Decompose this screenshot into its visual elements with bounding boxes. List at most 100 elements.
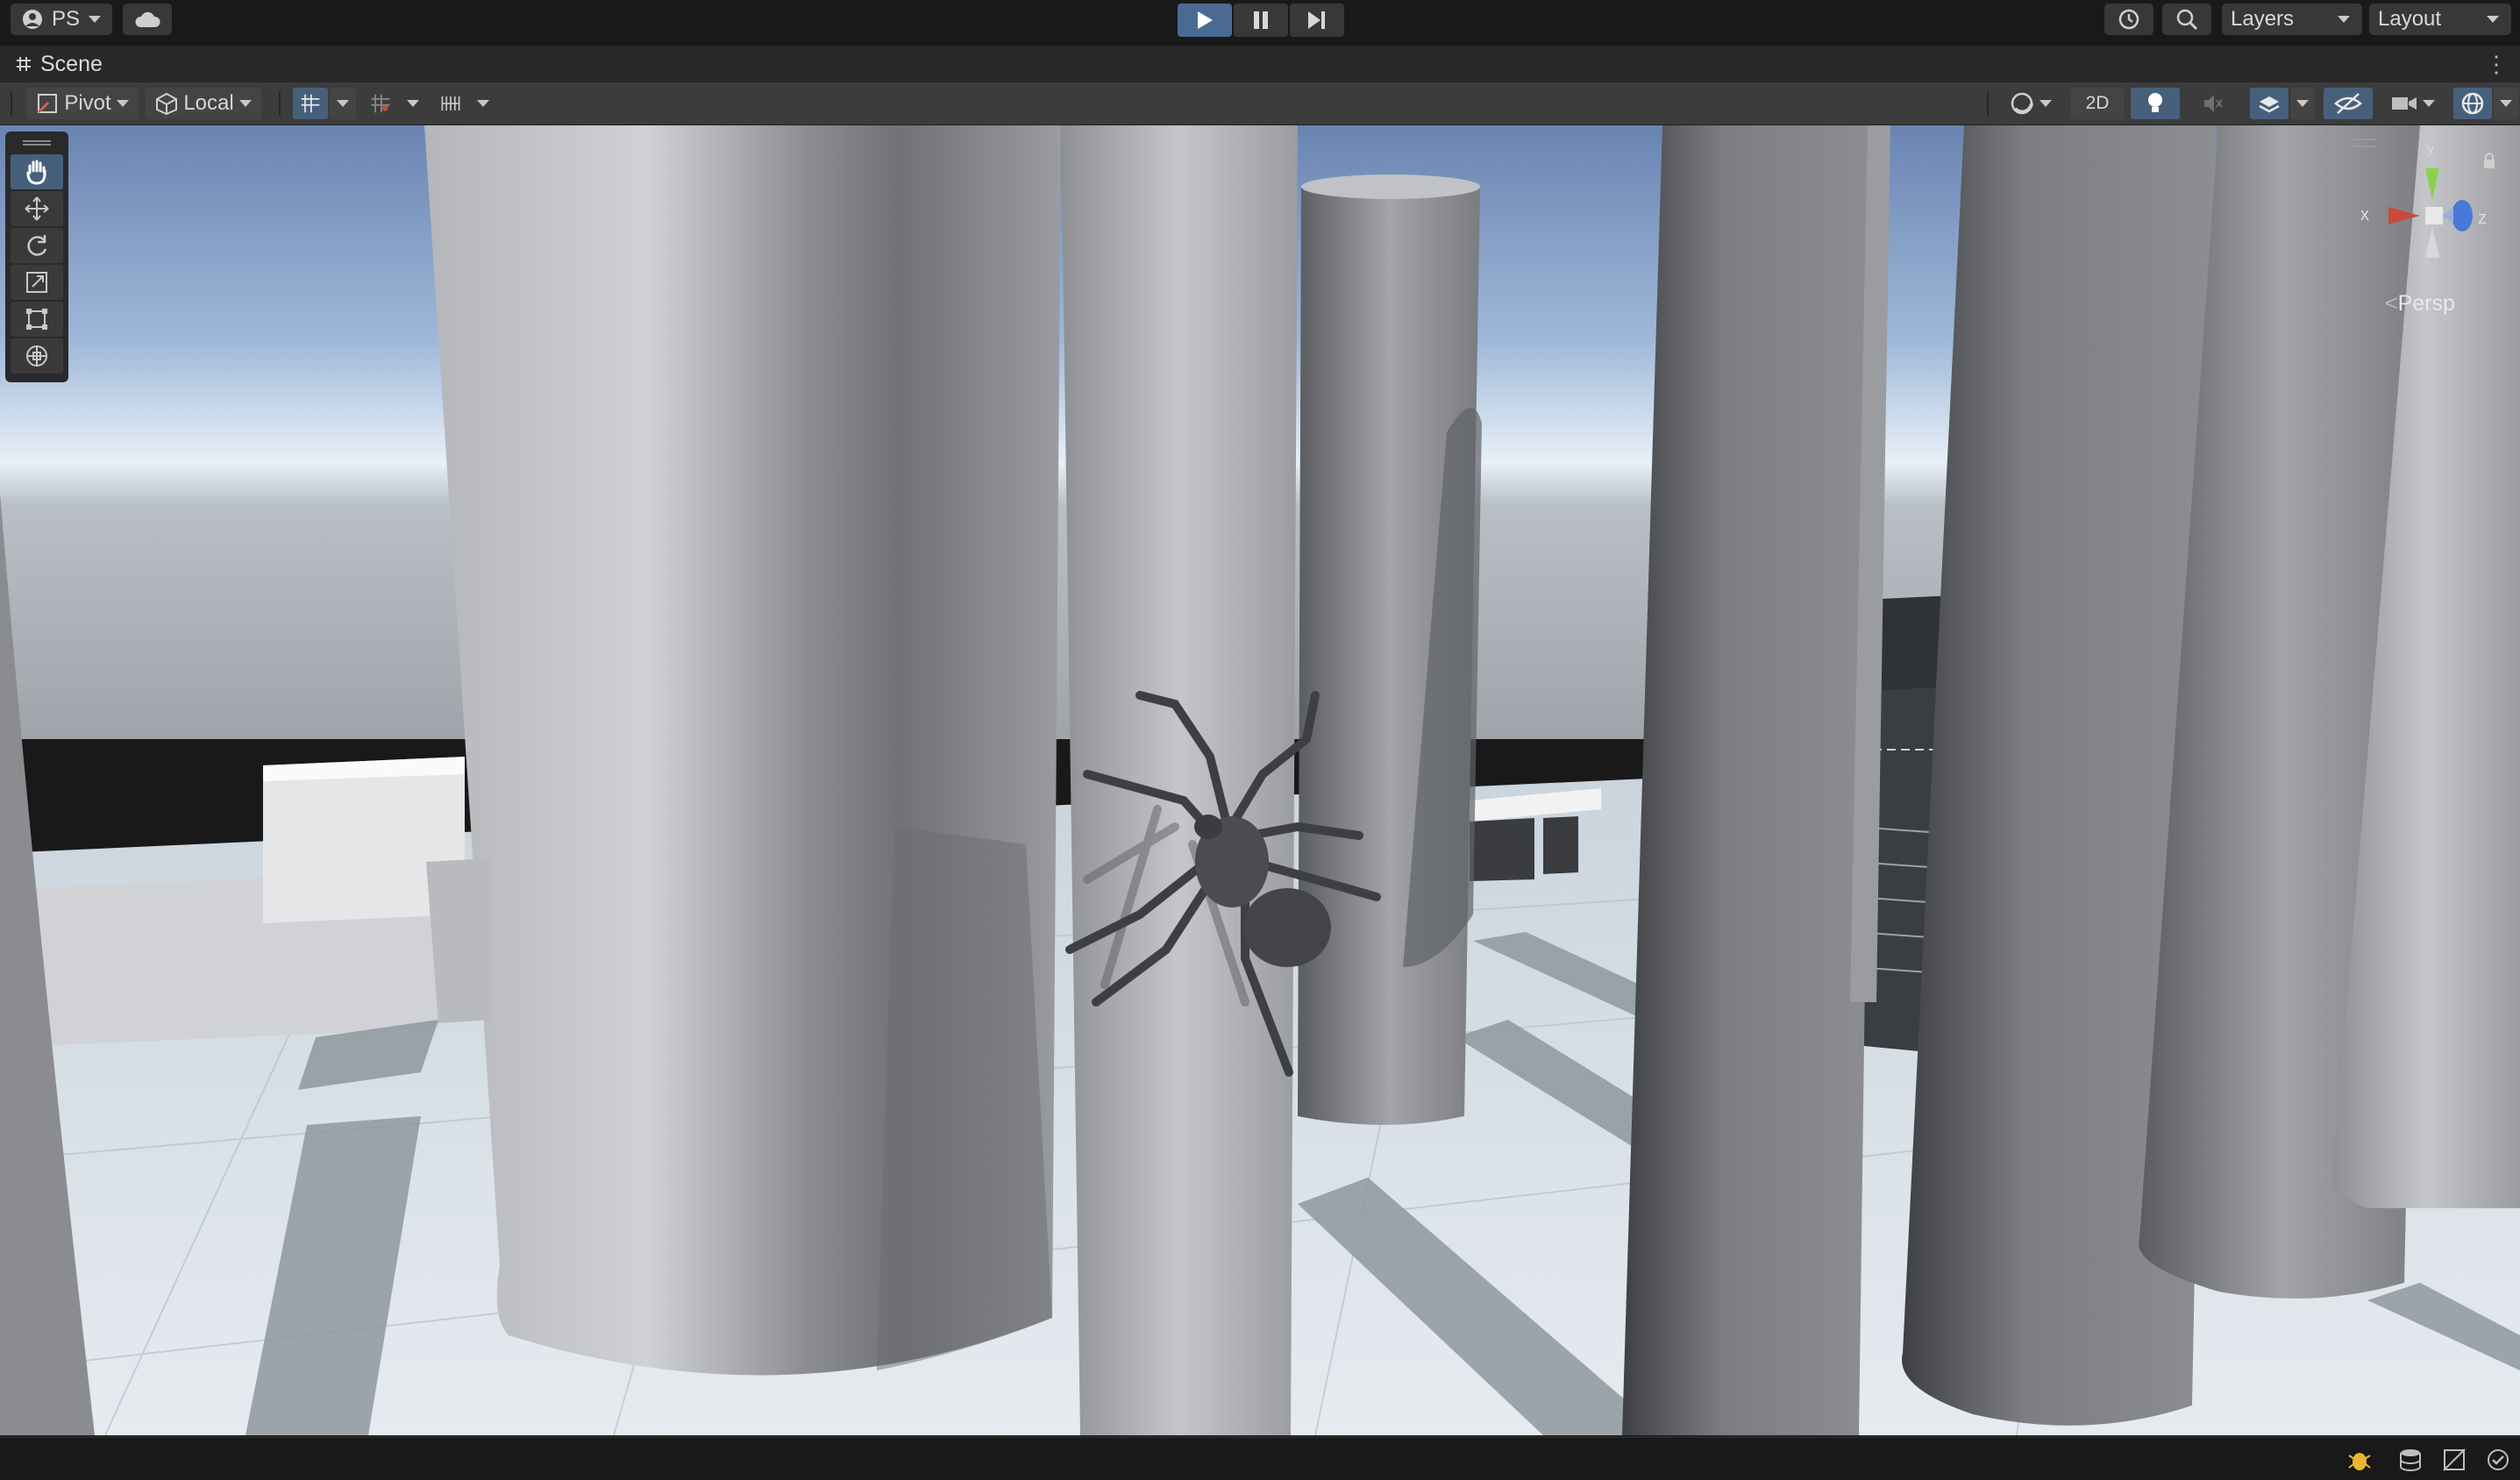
overlay-grip[interactable] (23, 140, 51, 146)
hand-tool[interactable] (11, 154, 63, 189)
grid-visibility-toggle[interactable] (433, 88, 468, 119)
lightbulb-icon (2148, 93, 2162, 112)
axis-y-label: y (2427, 142, 2434, 157)
cache-server-icon[interactable] (2397, 1447, 2424, 1473)
gizmo-globe-icon (2461, 92, 2484, 115)
grid-snap-toggle[interactable] (293, 88, 328, 119)
grid-visibility-dropdown[interactable] (470, 88, 496, 119)
rect-tool[interactable] (11, 302, 63, 337)
rotate-tool[interactable] (11, 228, 63, 263)
2d-toggle[interactable]: 2D (2071, 88, 2124, 119)
chevron-down-icon (477, 100, 489, 107)
ruler-grid-icon (441, 96, 460, 110)
effects-layers-icon (2259, 96, 2280, 113)
move-icon (25, 196, 49, 221)
chevron-down-icon (116, 100, 129, 107)
effects-dropdown[interactable] (2290, 88, 2315, 119)
camera-icon (2392, 97, 2417, 110)
layout-label: Layout (2378, 7, 2442, 31)
camera-dropdown[interactable] (2381, 88, 2445, 119)
chevron-down-icon (2296, 100, 2309, 107)
increment-snap-dropdown[interactable] (400, 88, 426, 119)
rotate-icon (27, 235, 47, 256)
effects-toggle[interactable] (2250, 88, 2289, 119)
playmode-controls (1178, 4, 1344, 37)
move-tool[interactable] (11, 191, 63, 226)
scene-visibility-toggle[interactable] (2324, 88, 2373, 119)
layers-label: Layers (2231, 7, 2295, 31)
toolbar-separator (1987, 91, 1989, 116)
status-bar (0, 1436, 2520, 1480)
audio-muted-icon (2204, 95, 2223, 112)
bug-warning-icon[interactable] (2346, 1447, 2373, 1473)
scene-render (0, 125, 2520, 1435)
chevron-down-icon (238, 100, 252, 107)
main-toolbar: PS Layers Layout (0, 0, 2520, 44)
toolbar-separator (279, 91, 281, 116)
hand-icon (26, 160, 46, 185)
scene-viewport[interactable] (0, 125, 2520, 1435)
transform-icon (26, 345, 47, 366)
local-label: Local (183, 91, 234, 115)
gizmos-toggle[interactable] (2453, 88, 2492, 119)
persp-label: Persp (2397, 291, 2455, 316)
grid-snap-dropdown[interactable] (330, 88, 356, 119)
chevron-down-icon (407, 100, 419, 107)
check-circle-icon[interactable] (2485, 1447, 2511, 1473)
transform-tool[interactable] (11, 338, 63, 374)
cloud-button[interactable] (123, 4, 172, 35)
account-label: PS (51, 7, 80, 31)
chevron-down-icon (337, 100, 349, 107)
scene-tab-label: Scene (40, 51, 103, 76)
grid-icon (17, 57, 31, 71)
chevron-down-icon (2500, 100, 2512, 107)
eye-hidden-icon (2334, 93, 2362, 114)
pivot-label: Pivot (64, 91, 111, 115)
chevron-down-icon (2338, 16, 2350, 23)
account-dropdown[interactable]: PS (11, 4, 112, 35)
audio-toggle[interactable] (2189, 88, 2238, 119)
layout-dropdown[interactable]: Layout (2369, 4, 2511, 35)
toolbar-grip (11, 91, 12, 116)
play-icon (1198, 11, 1213, 29)
gizmos-dropdown[interactable] (2494, 88, 2518, 119)
pause-button[interactable] (1234, 4, 1288, 37)
projection-toggle[interactable]: <Persp (2385, 291, 2455, 317)
account-icon (22, 10, 42, 29)
step-icon (1308, 11, 1325, 29)
history-button[interactable] (2104, 4, 2153, 35)
network-off-icon[interactable] (2441, 1447, 2467, 1473)
chevron-down-icon (2423, 100, 2435, 107)
search-button[interactable] (2162, 4, 2211, 35)
lock-icon[interactable] (2481, 153, 2497, 170)
shading-mode-icon (2011, 92, 2033, 115)
rect-transform-icon (26, 309, 47, 330)
tools-overlay (5, 132, 68, 382)
play-button[interactable] (1178, 4, 1232, 37)
back-chevron-icon: < (2385, 291, 2398, 316)
chevron-down-icon (89, 16, 101, 23)
draw-mode-dropdown[interactable] (1999, 88, 2062, 119)
step-button[interactable] (1290, 4, 1344, 37)
local-cube-icon (156, 92, 178, 115)
axis-z-label: z (2478, 209, 2487, 228)
chevron-down-icon (2039, 100, 2052, 107)
increment-snap-icon (371, 94, 390, 113)
increment-snap-toggle[interactable] (363, 88, 398, 119)
pause-icon (1254, 11, 1268, 29)
scale-icon (26, 272, 47, 293)
pivot-dropdown[interactable]: Pivot (26, 88, 139, 119)
scene-toolbar: Pivot Local 2D (0, 82, 2520, 125)
lighting-toggle[interactable] (2131, 88, 2180, 119)
grid-snap-icon (301, 94, 320, 113)
search-icon (2176, 9, 2198, 31)
pivot-icon (38, 94, 58, 114)
layers-dropdown[interactable]: Layers (2222, 4, 2362, 35)
more-options-icon[interactable]: ⋮ (2485, 51, 2508, 78)
chevron-down-icon (2487, 16, 2499, 23)
tab-scene[interactable]: Scene (0, 46, 103, 82)
axis-x-label: x (2360, 205, 2369, 224)
scale-tool[interactable] (11, 265, 63, 300)
scene-tab-bar: Scene ⋮ (0, 46, 2520, 82)
local-dropdown[interactable]: Local (146, 88, 261, 119)
